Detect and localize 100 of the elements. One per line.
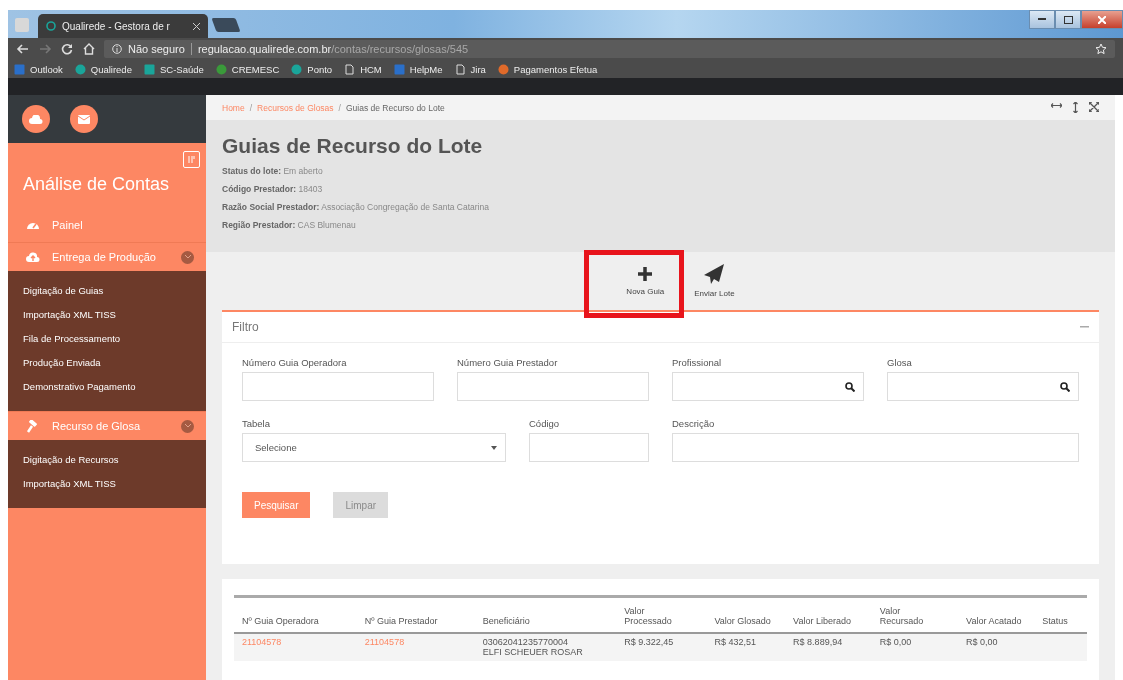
- info-value: 18403: [298, 184, 323, 194]
- back-icon[interactable]: [16, 42, 30, 56]
- circle-icon: [215, 63, 227, 75]
- circle-icon: [291, 63, 303, 75]
- input-field[interactable]: [672, 433, 1079, 462]
- page-icon: [454, 63, 466, 75]
- column-header: Valor Recursado: [879, 606, 925, 626]
- submenu-item[interactable]: Digitação de Recursos: [8, 448, 206, 472]
- maximize-button[interactable]: [1055, 10, 1081, 29]
- field-label: Número Guia Prestador: [457, 357, 559, 368]
- close-icon: [1098, 15, 1106, 24]
- bookmark-link[interactable]: HelpMe: [409, 63, 443, 75]
- bookmark-link[interactable]: SC-Saúde: [159, 63, 204, 75]
- caret-icon: [491, 445, 497, 450]
- table-cell-text: 03062041235770004: [482, 637, 569, 647]
- close-button[interactable]: [1081, 10, 1123, 29]
- column-header: Valor Glosado: [714, 616, 771, 626]
- hammer-icon: [26, 419, 40, 433]
- field-label: Glosa: [887, 357, 913, 368]
- breadcrumb-separator: /: [338, 102, 341, 113]
- search-icon: [1060, 381, 1070, 392]
- info-label: Razão Social Prestador:: [222, 202, 320, 212]
- bookmark-link[interactable]: Qualirede: [90, 63, 132, 75]
- submenu-item[interactable]: Importação XML TISS: [8, 303, 206, 327]
- maximize-icon: [1063, 15, 1073, 24]
- bookmark-link[interactable]: HCM: [360, 63, 382, 75]
- star-icon[interactable]: [1095, 43, 1107, 55]
- security-label: Não seguro: [128, 43, 185, 55]
- submenu-item[interactable]: Importação XML TISS: [8, 472, 206, 496]
- search-field[interactable]: [887, 372, 1079, 401]
- horizontal-arrows-icon[interactable]: [1051, 102, 1062, 109]
- panel-title: Filtro: [232, 320, 259, 334]
- bookmark-link[interactable]: Outlook: [30, 63, 63, 75]
- toolbar-button[interactable]: Nova Guia: [620, 262, 671, 300]
- info-label: Status do lote:: [222, 166, 282, 176]
- table-cell: R$ 0,00: [966, 637, 998, 647]
- input-field[interactable]: [242, 372, 434, 401]
- reload-icon[interactable]: [60, 42, 74, 56]
- column-header: Valor Acatado: [966, 616, 1022, 626]
- page-title: Guias de Recurso do Lote: [222, 134, 484, 158]
- cloud-icon: [29, 114, 43, 124]
- sidebar-title: Análise de Contas: [22, 173, 171, 196]
- minimize-button[interactable]: [1029, 10, 1055, 29]
- page-icon: [344, 63, 356, 75]
- table-cell-text: ELFI SCHEUER ROSAR: [482, 647, 584, 657]
- field-label: Número Guia Operadora: [242, 357, 348, 368]
- field-label: Código: [529, 418, 561, 429]
- field-label: Tabela: [242, 418, 271, 429]
- plus-icon: [637, 266, 654, 282]
- envelope-icon: [78, 114, 90, 124]
- select-field[interactable]: Selecione: [242, 433, 506, 462]
- column-header: Valor Liberado: [793, 616, 851, 626]
- expand-icon[interactable]: [1089, 102, 1099, 112]
- input-field[interactable]: [529, 433, 649, 462]
- square-icon: [393, 63, 405, 75]
- bookmark-link[interactable]: Ponto: [307, 63, 333, 75]
- browser-tab[interactable]: Qualirede - Gestora de r: [38, 14, 208, 38]
- new-tab-button[interactable]: [211, 18, 241, 32]
- submenu-item[interactable]: Digitação de Guias: [8, 279, 206, 303]
- square-icon: [14, 63, 25, 75]
- circle-icon: [497, 63, 509, 75]
- breadcrumb-current: Guias de Recurso do Lote: [346, 102, 445, 113]
- breadcrumb-separator: /: [249, 102, 253, 113]
- logo-icon: [46, 21, 56, 31]
- home-icon[interactable]: [82, 42, 96, 56]
- info-value: Associação Congregação de Santa Catarina: [321, 202, 489, 212]
- close-icon[interactable]: [193, 22, 200, 30]
- search-field[interactable]: [672, 372, 864, 401]
- cloud-button[interactable]: [22, 105, 50, 133]
- info-value: CAS Blumenau: [297, 220, 356, 230]
- info-label: Código Prestador:: [222, 184, 297, 194]
- bookmark-link[interactable]: Pagamentos Efetua: [513, 63, 598, 75]
- address-bar[interactable]: Não seguro regulacao.qualirede.com.br/contas/recursos/glosas/545: [104, 40, 1115, 58]
- url-path: /contas/recursos/glosas/545: [331, 43, 469, 55]
- url-host: regulacao.qualirede.com.br: [197, 43, 332, 55]
- submenu-item[interactable]: Fila de Processamento: [8, 327, 206, 351]
- table-cell: R$ 0,00: [879, 637, 912, 647]
- search-icon: [845, 381, 855, 392]
- submenu-item[interactable]: Demonstrativo Pagamento: [8, 375, 206, 399]
- vertical-arrows-icon[interactable]: [1072, 102, 1079, 113]
- table-cell: R$ 432,51: [714, 637, 757, 647]
- submenu-item[interactable]: Produção Enviada: [8, 351, 206, 375]
- circle-icon: [74, 63, 86, 75]
- table-cell: R$ 9.322,45: [624, 637, 674, 647]
- column-header: Beneficiário: [482, 616, 530, 626]
- sidebar-toggle-button[interactable]: [183, 151, 200, 168]
- table-cell: R$ 8.889,94: [793, 637, 843, 647]
- bookmark-link[interactable]: Jira: [470, 63, 486, 75]
- column-header: Status: [1042, 616, 1068, 626]
- minimize-icon: [1038, 18, 1046, 21]
- input-field[interactable]: [457, 372, 649, 401]
- toolbar-button[interactable]: Enviar Lote: [688, 260, 741, 302]
- mail-button[interactable]: [70, 105, 98, 133]
- column-header: Valor Processado: [624, 606, 673, 626]
- info-icon: [112, 44, 122, 54]
- bookmark-link[interactable]: CREMESC: [231, 63, 280, 75]
- cloud-upload-icon: [26, 250, 40, 264]
- column-header: Nº Guia Operadora: [242, 616, 319, 626]
- square-icon: [143, 63, 155, 75]
- info-label: Região Prestador:: [222, 220, 296, 230]
